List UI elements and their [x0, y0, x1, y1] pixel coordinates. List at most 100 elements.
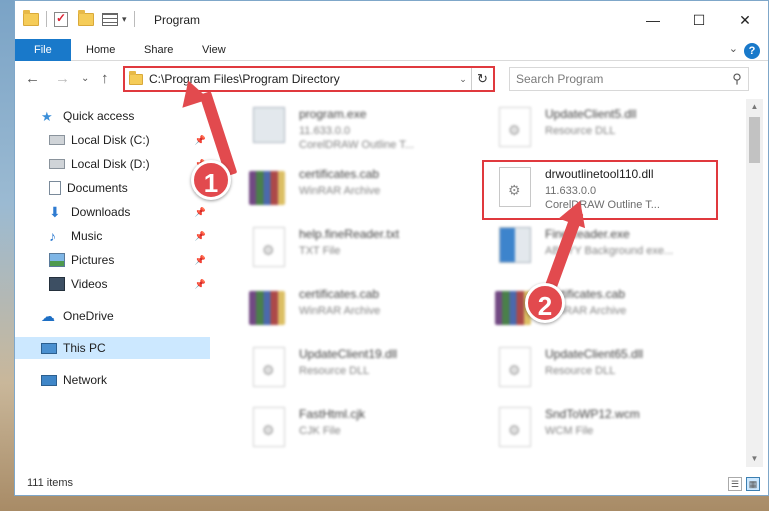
- list-item[interactable]: UpdateClient65.dll Resource DLL: [487, 343, 727, 399]
- download-icon: ⬇: [49, 204, 61, 220]
- tiles-view-icon[interactable]: ▦: [746, 477, 760, 491]
- text-file-icon: [249, 227, 289, 271]
- sidebar-item-this-pc[interactable]: This PC: [15, 337, 210, 359]
- file-list: program.exe 11.633.0.0 CorelDRAW Outline…: [211, 99, 746, 459]
- file-type: CJK File: [299, 425, 341, 437]
- back-button[interactable]: ←: [25, 70, 40, 87]
- vertical-scrollbar[interactable]: ▲ ▼: [746, 99, 763, 467]
- maximize-button[interactable]: ☐: [676, 1, 722, 39]
- exe-file-icon: [249, 107, 289, 151]
- view-switcher: ☰ ▦: [728, 477, 760, 491]
- details-view-icon[interactable]: ☰: [728, 477, 742, 491]
- properties-icon[interactable]: [54, 11, 68, 27]
- sidebar-item-label: OneDrive: [63, 309, 114, 323]
- scrollbar-thumb[interactable]: [749, 117, 760, 163]
- window-controls: — ☐ ✕: [630, 1, 768, 39]
- sidebar-item-local-disk-c[interactable]: Local Disk (C:) 📌: [15, 129, 210, 151]
- pictures-icon: [49, 253, 65, 267]
- sidebar-item-local-disk-d[interactable]: Local Disk (D:) 📌: [15, 153, 210, 175]
- sidebar-item-videos[interactable]: Videos 📌: [15, 273, 210, 295]
- sidebar-item-label: Local Disk (D:): [71, 157, 150, 171]
- sidebar-item-network[interactable]: Network: [15, 369, 210, 391]
- step-1-marker: 1: [191, 160, 231, 200]
- search-icon[interactable]: ⚲: [726, 71, 748, 87]
- network-icon: [41, 374, 57, 386]
- file-name: UpdateClient5.dll: [545, 107, 637, 121]
- list-item[interactable]: UpdateClient19.dll Resource DLL: [241, 343, 481, 399]
- pin-icon[interactable]: 📌: [195, 135, 206, 146]
- list-item[interactable]: FineReader.exe ABBYY Background exe...: [487, 223, 727, 279]
- pin-icon[interactable]: 📌: [195, 255, 206, 266]
- sidebar-item-label: Local Disk (C:): [71, 133, 150, 147]
- list-item[interactable]: certificates.cab WinRAR Archive: [241, 163, 481, 219]
- list-item[interactable]: FastHtml.cjk CJK File: [241, 403, 481, 459]
- sidebar-item-label: Videos: [71, 277, 108, 291]
- file-name: program.exe: [299, 107, 367, 121]
- view-options-icon[interactable]: [102, 12, 118, 26]
- cloud-icon: ☁: [41, 308, 55, 324]
- list-item[interactable]: help.fineReader.txt TXT File: [241, 223, 481, 279]
- pin-icon[interactable]: 📌: [195, 279, 206, 290]
- close-button[interactable]: ✕: [722, 1, 768, 39]
- tab-home[interactable]: Home: [72, 39, 129, 61]
- pin-icon[interactable]: 📌: [195, 207, 206, 218]
- item-count: 111 items: [27, 477, 74, 489]
- file-desc: CorelDRAW Outline T...: [299, 139, 414, 151]
- list-item[interactable]: SndToWP12.wcm WCM File: [487, 403, 727, 459]
- file-name: certificates.cab: [299, 287, 380, 301]
- search-input[interactable]: [516, 72, 726, 86]
- quick-access-toolbar: ▾: [23, 9, 138, 27]
- dll-file-icon: [495, 347, 535, 391]
- up-button[interactable]: ↑: [101, 70, 109, 87]
- sidebar-item-label: Quick access: [63, 109, 135, 123]
- file-type: WinRAR Archive: [299, 185, 381, 197]
- file-type: 11.633.0.0: [299, 125, 351, 137]
- list-item[interactable]: certificates.cab WinRAR Archive: [487, 283, 727, 339]
- sidebar-item-onedrive[interactable]: ☁ OneDrive: [15, 305, 210, 327]
- scroll-up-icon[interactable]: ▲: [746, 99, 763, 115]
- dll-file-icon: [249, 347, 289, 391]
- pin-icon[interactable]: 📌: [195, 231, 206, 242]
- file-name: FineReader.exe: [545, 227, 630, 241]
- file-icon: [249, 407, 289, 451]
- address-dropdown[interactable]: ⌄: [455, 74, 471, 85]
- file-type: WCM File: [545, 425, 594, 437]
- tab-view[interactable]: View: [188, 39, 240, 61]
- customize-toolbar-dropdown[interactable]: ▾: [122, 14, 127, 25]
- file-type: Resource DLL: [299, 365, 370, 377]
- recent-locations-dropdown[interactable]: ⌄: [81, 73, 89, 84]
- help-icon[interactable]: ?: [744, 43, 760, 59]
- file-type: TXT File: [299, 245, 341, 257]
- ribbon-tabs: File Home Share View ⌄ ?: [15, 39, 768, 61]
- sidebar-item-music[interactable]: ♪ Music 📌: [15, 225, 210, 247]
- tab-file[interactable]: File: [15, 39, 71, 61]
- scroll-down-icon[interactable]: ▼: [746, 451, 763, 467]
- folder-icon: [129, 70, 143, 85]
- exe-file-icon: [495, 227, 535, 271]
- step-2-marker: 2: [525, 283, 565, 323]
- computer-icon: [41, 342, 57, 354]
- minimize-button[interactable]: —: [630, 1, 676, 39]
- list-item[interactable]: program.exe 11.633.0.0 CorelDRAW Outline…: [241, 103, 481, 159]
- tab-share[interactable]: Share: [130, 39, 187, 61]
- toolbar-divider: [133, 11, 135, 27]
- sidebar-item-downloads[interactable]: ⬇ Downloads 📌: [15, 201, 210, 223]
- new-folder-icon[interactable]: [78, 9, 94, 26]
- sidebar-item-pictures[interactable]: Pictures 📌: [15, 249, 210, 271]
- file-name: UpdateClient65.dll: [545, 347, 644, 361]
- file-name: UpdateClient19.dll: [299, 347, 398, 361]
- title-bar: ▾ Program — ☐ ✕: [15, 1, 768, 39]
- chevron-down-icon[interactable]: ⌄: [729, 42, 738, 55]
- file-type: WinRAR Archive: [299, 305, 381, 317]
- toolbar-divider: [46, 11, 47, 27]
- explorer-window: ▾ Program — ☐ ✕ File Home Share View ⌄ ?…: [14, 0, 769, 496]
- list-item[interactable]: certificates.cab WinRAR Archive: [241, 283, 481, 339]
- file-type: Resource DLL: [545, 365, 616, 377]
- sidebar-item-quick-access[interactable]: ★ Quick access: [15, 105, 210, 127]
- refresh-button[interactable]: ↻: [471, 68, 493, 90]
- sidebar-item-documents[interactable]: Documents 📌: [15, 177, 210, 199]
- list-item[interactable]: UpdateClient5.dll Resource DLL: [487, 103, 727, 159]
- forward-button[interactable]: →: [55, 70, 70, 87]
- search-box[interactable]: ⚲: [509, 67, 749, 91]
- sidebar-item-label: Pictures: [71, 253, 115, 267]
